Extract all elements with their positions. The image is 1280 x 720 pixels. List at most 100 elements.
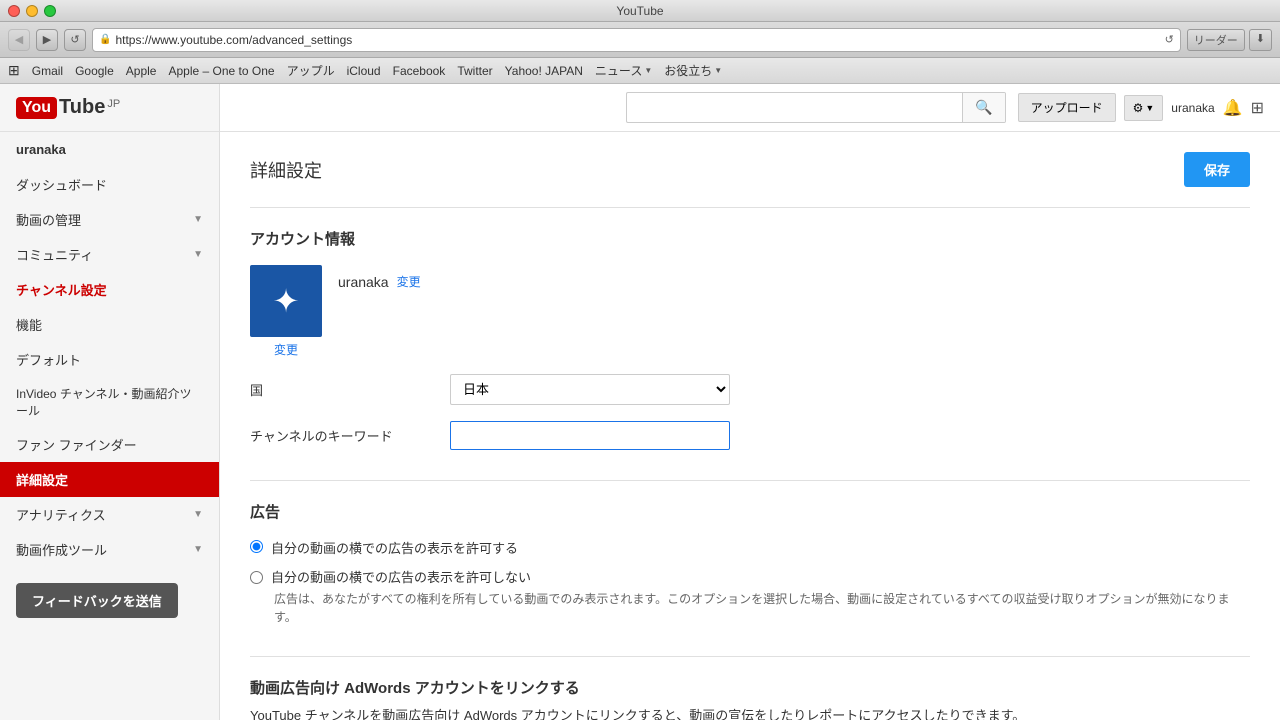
account-section-title: アカウント情報 — [250, 228, 1250, 249]
bookmark-facebook[interactable]: Facebook — [393, 64, 446, 78]
sidebar: You Tube JP uranaka ダッシュボード 動画の管理 ▼ コミュニ… — [0, 84, 220, 720]
divider2 — [250, 480, 1250, 481]
bookmark-google[interactable]: Google — [75, 64, 114, 78]
ad-radio-group: 自分の動画の横での広告の表示を許可する 自分の動画の横での広告の表示を許可しない… — [250, 538, 1250, 626]
bookmark-useful[interactable]: お役立ち▼ — [664, 62, 722, 79]
bookmark-gmail[interactable]: Gmail — [32, 64, 63, 78]
sidebar-item-features[interactable]: 機能 — [0, 307, 219, 342]
save-button[interactable]: 保存 — [1184, 152, 1250, 187]
bookmark-apple-one[interactable]: Apple – One to One — [168, 64, 274, 78]
chevron-down-icon: ▼ — [193, 544, 203, 555]
sidebar-username: uranaka — [0, 132, 219, 167]
forward-button[interactable]: ▶ — [36, 29, 58, 51]
sidebar-item-invideo[interactable]: InVideo チャンネル・動画紹介ツール — [0, 377, 219, 427]
title-bar: YouTube — [0, 0, 1280, 22]
yt-header: 🔍 アップロード ⚙ ▼ uranaka 🔔 ⊞ — [220, 84, 1280, 132]
avatar-change-link[interactable]: 変更 — [250, 341, 322, 358]
sidebar-item-fan-finder[interactable]: ファン ファインダー — [0, 427, 219, 462]
sidebar-item-advanced[interactable]: 詳細設定 — [0, 462, 219, 497]
maximize-button[interactable] — [44, 5, 56, 17]
sidebar-item-community[interactable]: コミュニティ ▼ — [0, 237, 219, 272]
country-label: 国 — [250, 380, 450, 399]
download-button[interactable]: ⬇ — [1249, 29, 1272, 51]
bookmark-yahoo[interactable]: Yahoo! JAPAN — [505, 64, 583, 78]
bookmark-twitter[interactable]: Twitter — [457, 64, 492, 78]
yt-icon: You — [16, 97, 57, 119]
ssl-icon: 🔒 — [99, 34, 111, 45]
refresh-button[interactable]: ↺ — [64, 29, 86, 51]
sidebar-item-videos[interactable]: 動画の管理 ▼ — [0, 202, 219, 237]
settings-button[interactable]: ⚙ ▼ — [1124, 95, 1164, 121]
search-bar[interactable]: 🔍 — [626, 92, 1006, 123]
chevron-down-icon: ▼ — [644, 66, 652, 75]
ad-option1-label: 自分の動画の横での広告の表示を許可する — [271, 538, 518, 557]
reader-button[interactable]: リーダー — [1187, 29, 1245, 51]
chevron-down-icon: ▼ — [1145, 103, 1154, 113]
avatar-container: ✦ 変更 — [250, 265, 322, 358]
ad-option2-description: 広告は、あなたがすべての権利を所有している動画でのみ表示されます。このオプション… — [274, 590, 1250, 626]
sidebar-item-default[interactable]: デフォルト — [0, 342, 219, 377]
upload-button[interactable]: アップロード — [1018, 93, 1116, 122]
browser-chrome: ◀ ▶ ↺ 🔒 https://www.youtube.com/advanced… — [0, 22, 1280, 58]
url-text: https://www.youtube.com/advanced_setting… — [115, 33, 1160, 47]
ad-option1-radio[interactable] — [250, 540, 263, 553]
page-header: 詳細設定 保存 — [250, 152, 1250, 187]
reload-icon: ↺ — [1165, 33, 1174, 46]
bookmark-apple[interactable]: Apple — [126, 64, 157, 78]
feedback-button[interactable]: フィードバックを送信 — [16, 583, 178, 618]
bookmark-news[interactable]: ニュース▼ — [595, 62, 652, 79]
sidebar-item-dashboard[interactable]: ダッシュボード — [0, 167, 219, 202]
ad-option1-item: 自分の動画の横での広告の表示を許可する — [250, 538, 1250, 557]
sidebar-item-channel-settings[interactable]: チャンネル設定 — [0, 272, 219, 307]
minimize-button[interactable] — [26, 5, 38, 17]
account-section: アカウント情報 ✦ 変更 uranaka 変更 国 — [250, 228, 1250, 450]
divider3 — [250, 656, 1250, 657]
browser-right-buttons: リーダー ⬇ — [1187, 29, 1272, 51]
country-select-container: 日本 アメリカ その他 — [450, 374, 730, 405]
search-input[interactable] — [627, 94, 962, 121]
account-name-row: uranaka 変更 — [338, 265, 421, 290]
country-form-row: 国 日本 アメリカ その他 — [250, 374, 1250, 405]
close-button[interactable] — [8, 5, 20, 17]
adwords-section: 動画広告向け AdWords アカウントをリンクする YouTube チャンネル… — [250, 677, 1250, 720]
main-layout: You Tube JP uranaka ダッシュボード 動画の管理 ▼ コミュニ… — [0, 84, 1280, 720]
chevron-down-icon: ▼ — [193, 249, 203, 260]
ad-option2-radio[interactable] — [250, 571, 263, 584]
yt-jp: JP — [107, 98, 120, 110]
header-username[interactable]: uranaka — [1171, 101, 1214, 115]
keyword-label: チャンネルのキーワード — [250, 426, 450, 445]
youtube-logo[interactable]: You Tube JP — [0, 84, 219, 132]
window-title: YouTube — [616, 4, 663, 18]
bookmarks-bar: ⊞ Gmail Google Apple Apple – One to One … — [0, 58, 1280, 84]
adwords-description: YouTube チャンネルを動画広告向け AdWords アカウントにリンクする… — [250, 706, 1250, 720]
chevron-down-icon: ▼ — [193, 214, 203, 225]
yt-text: Tube — [59, 96, 105, 119]
back-button[interactable]: ◀ — [8, 29, 30, 51]
apps-grid-icon[interactable]: ⊞ — [1251, 98, 1264, 118]
username-change-link[interactable]: 変更 — [397, 273, 421, 290]
keyword-form-row: チャンネルのキーワード — [250, 421, 1250, 450]
avatar-star-icon: ✦ — [273, 282, 300, 320]
ad-option2-label: 自分の動画の横での広告の表示を許可しない — [271, 567, 531, 586]
account-info-row: ✦ 変更 uranaka 変更 — [250, 265, 1250, 358]
page-content: 詳細設定 保存 アカウント情報 ✦ 変更 uranaka 変更 — [220, 132, 1280, 720]
chevron-down-icon: ▼ — [714, 66, 722, 75]
country-select[interactable]: 日本 アメリカ その他 — [450, 374, 730, 405]
header-right: アップロード ⚙ ▼ uranaka 🔔 ⊞ — [1018, 93, 1264, 122]
ads-section-title: 広告 — [250, 501, 1250, 522]
address-bar[interactable]: 🔒 https://www.youtube.com/advanced_setti… — [92, 28, 1181, 52]
keyword-input[interactable] — [450, 421, 730, 450]
bookmark-grid-icon[interactable]: ⊞ — [8, 62, 20, 79]
content-area: 🔍 アップロード ⚙ ▼ uranaka 🔔 ⊞ 詳細設定 保存 — [220, 84, 1280, 720]
avatar: ✦ — [250, 265, 322, 337]
bell-icon[interactable]: 🔔 — [1223, 98, 1243, 118]
search-button[interactable]: 🔍 — [962, 93, 1004, 122]
page-title: 詳細設定 — [250, 157, 322, 183]
bookmark-icloud[interactable]: iCloud — [347, 64, 381, 78]
sidebar-item-analytics[interactable]: アナリティクス ▼ — [0, 497, 219, 532]
sidebar-item-creation-tools[interactable]: 動画作成ツール ▼ — [0, 532, 219, 567]
ad-option2-item: 自分の動画の横での広告の表示を許可しない 広告は、あなたがすべての権利を所有して… — [250, 567, 1250, 626]
chevron-down-icon: ▼ — [193, 509, 203, 520]
bookmark-applejp[interactable]: アップル — [287, 62, 335, 79]
window-controls[interactable] — [8, 5, 56, 17]
